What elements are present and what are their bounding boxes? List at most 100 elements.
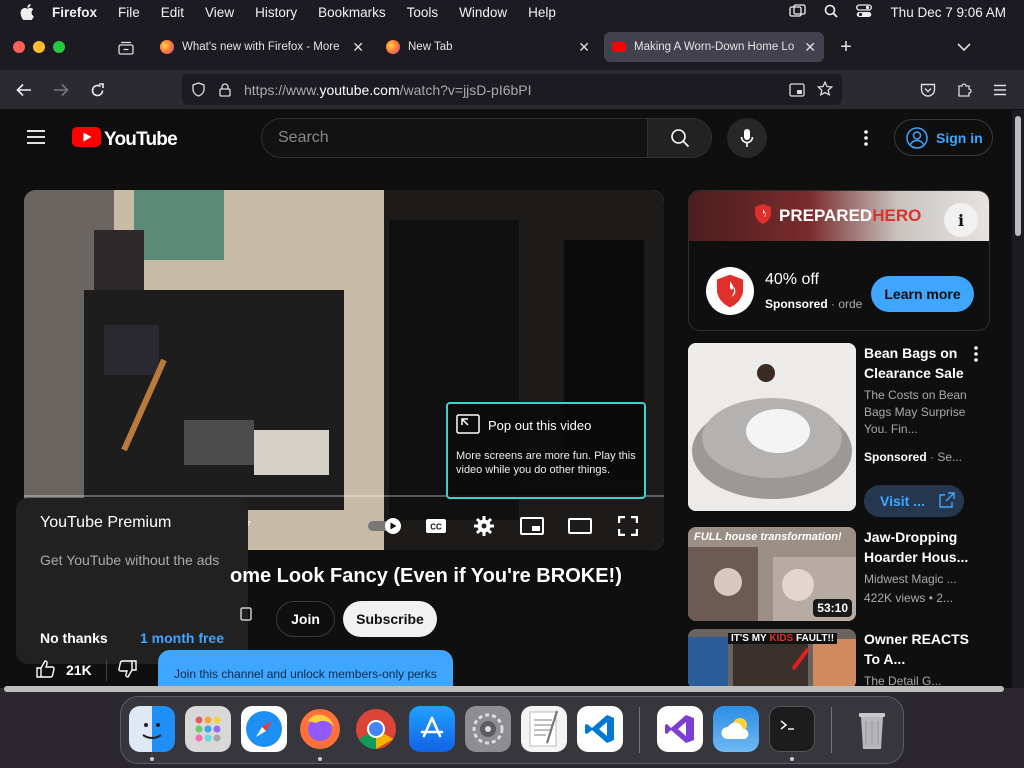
close-window-button[interactable]: [13, 41, 25, 53]
menu-file[interactable]: File: [118, 5, 140, 20]
visual-studio-icon[interactable]: [657, 706, 703, 752]
one-month-free-button[interactable]: 1 month free: [140, 630, 224, 646]
like-divider: [105, 659, 107, 681]
subtitles-cc-icon[interactable]: CC: [424, 516, 448, 536]
visit-site-button[interactable]: Visit ...: [864, 485, 964, 517]
search-box[interactable]: Search: [261, 118, 712, 158]
search-input[interactable]: Search: [278, 129, 647, 147]
minimize-window-button[interactable]: [33, 41, 45, 53]
owner-reacts-thumbnail[interactable]: IT'S MY KIDS FAULT!!: [688, 629, 856, 688]
menu-view[interactable]: View: [205, 5, 234, 20]
menu-help[interactable]: Help: [528, 5, 556, 20]
dislike-icon[interactable]: [117, 659, 137, 681]
card-title[interactable]: Owner REACTS To A...: [864, 629, 974, 669]
terminal-icon[interactable]: [769, 706, 815, 752]
vertical-scrollbar-thumb[interactable]: [1015, 116, 1021, 236]
ad-sponsored-label: Sponsored · orde: [765, 297, 862, 311]
firefox-icon[interactable]: [297, 706, 343, 752]
menu-edit[interactable]: Edit: [161, 5, 184, 20]
autoplay-toggle[interactable]: [367, 516, 403, 536]
subscribe-button[interactable]: Subscribe: [343, 601, 437, 637]
settings-kebab-icon[interactable]: [856, 128, 876, 148]
firefox-view-icon[interactable]: [116, 38, 136, 58]
weather-icon[interactable]: [713, 706, 759, 752]
lock-icon[interactable]: [218, 82, 232, 97]
close-tab-icon[interactable]: ✕: [804, 39, 816, 56]
sponsored-ad-card[interactable]: PREPARED HERO i 40% off Sponsored · orde …: [688, 190, 990, 331]
sidebar-ad-bean-bags[interactable]: Bean Bags on Clearance Sale The Costs on…: [688, 343, 1008, 517]
horizontal-scrollbar-thumb[interactable]: [4, 686, 1004, 692]
microphone-icon: [740, 129, 754, 147]
theater-mode-icon[interactable]: [568, 516, 592, 536]
back-icon[interactable]: [14, 80, 34, 100]
system-settings-icon[interactable]: [465, 706, 511, 752]
ad-offer: 40% off: [765, 271, 819, 288]
screen-mirroring-icon[interactable]: [789, 4, 807, 20]
address-bar[interactable]: https://www.youtube.com/watch?v=jjsD-pI6…: [182, 74, 842, 105]
like-count[interactable]: 21K: [66, 662, 92, 678]
horizontal-scrollbar[interactable]: [0, 683, 1012, 693]
clock[interactable]: Thu Dec 7 9:06 AM: [890, 5, 1006, 20]
voice-search-button[interactable]: [727, 118, 767, 158]
finder-icon[interactable]: [129, 706, 175, 752]
more-actions-kebab-icon[interactable]: [970, 345, 982, 363]
vertical-scrollbar[interactable]: [1012, 110, 1024, 688]
pocket-icon[interactable]: [918, 80, 938, 100]
bean-bag-thumbnail[interactable]: [688, 343, 856, 511]
spotlight-icon[interactable]: [824, 4, 839, 21]
menu-window[interactable]: Window: [459, 5, 507, 20]
ad-info-icon[interactable]: i: [944, 203, 978, 237]
dock-separator: [639, 707, 640, 753]
youtube-logo[interactable]: YouTube: [72, 127, 178, 152]
guide-menu-icon[interactable]: [26, 128, 46, 146]
tab-youtube-video[interactable]: Making A Worn-Down Home Lo ✕: [604, 32, 824, 62]
no-thanks-button[interactable]: No thanks: [40, 630, 108, 646]
card-title[interactable]: Bean Bags on Clearance Sale: [864, 343, 974, 383]
hoarder-house-thumbnail[interactable]: FULL house transformation! 53:10: [688, 527, 856, 621]
sidebar-video-hoarder-house[interactable]: FULL house transformation! 53:10 Jaw-Dro…: [688, 527, 1008, 623]
menu-tools[interactable]: Tools: [407, 5, 439, 20]
vscode-icon[interactable]: [577, 706, 623, 752]
fullscreen-icon[interactable]: [616, 516, 640, 536]
sidebar-video-owner-reacts[interactable]: IT'S MY KIDS FAULT!! Owner REACTS To A..…: [688, 629, 1008, 688]
picture-in-picture-icon[interactable]: [788, 81, 806, 99]
card-title[interactable]: Jaw-Dropping Hoarder Hous...: [864, 527, 974, 567]
menu-bookmarks[interactable]: Bookmarks: [318, 5, 386, 20]
list-all-tabs-chevron-icon[interactable]: [954, 38, 974, 56]
miniplayer-icon[interactable]: [520, 516, 544, 536]
menu-app-name[interactable]: Firefox: [52, 5, 97, 20]
ad-advertiser-logo[interactable]: [706, 267, 754, 315]
sign-in-button[interactable]: Sign in: [894, 119, 993, 156]
textedit-icon[interactable]: [521, 706, 567, 752]
trash-icon[interactable]: [849, 706, 895, 752]
apple-icon[interactable]: [16, 4, 38, 20]
hamburger-menu-icon[interactable]: [990, 80, 1010, 100]
like-icon[interactable]: [36, 659, 56, 681]
control-center-icon[interactable]: [856, 3, 873, 21]
learn-more-button[interactable]: Learn more: [871, 276, 974, 312]
bookmark-star-icon[interactable]: [816, 80, 834, 98]
launchpad-icon[interactable]: [185, 706, 231, 752]
youtube-page: YouTube Search Sign in CC Pop out this v…: [0, 110, 1012, 688]
app-store-icon[interactable]: [409, 706, 455, 752]
url-text[interactable]: https://www.youtube.com/watch?v=jjsD-pI6…: [244, 82, 532, 98]
close-tab-icon[interactable]: ✕: [578, 39, 590, 56]
safari-icon[interactable]: [241, 706, 287, 752]
forward-icon[interactable]: [51, 80, 71, 100]
channel-name[interactable]: Midwest Magic ...: [864, 571, 974, 588]
chrome-icon[interactable]: [353, 706, 399, 752]
tab-firefox-whats-new[interactable]: What's new with Firefox - More ✕: [152, 32, 372, 62]
new-tab-plus-icon[interactable]: +: [836, 36, 856, 58]
pop-out-video-tooltip[interactable]: Pop out this video More screens are more…: [446, 402, 646, 499]
close-tab-icon[interactable]: ✕: [352, 39, 364, 56]
tracking-protection-shield-icon[interactable]: [190, 82, 206, 97]
zoom-window-button[interactable]: [53, 41, 65, 53]
settings-gear-icon[interactable]: [472, 515, 496, 537]
menu-history[interactable]: History: [255, 5, 297, 20]
svg-text:CC: CC: [430, 523, 442, 532]
reload-icon[interactable]: [87, 80, 107, 100]
extensions-puzzle-icon[interactable]: [954, 80, 974, 100]
search-button[interactable]: [647, 119, 711, 157]
tab-new-tab[interactable]: New Tab ✕: [378, 32, 598, 62]
join-button[interactable]: Join: [276, 601, 335, 637]
